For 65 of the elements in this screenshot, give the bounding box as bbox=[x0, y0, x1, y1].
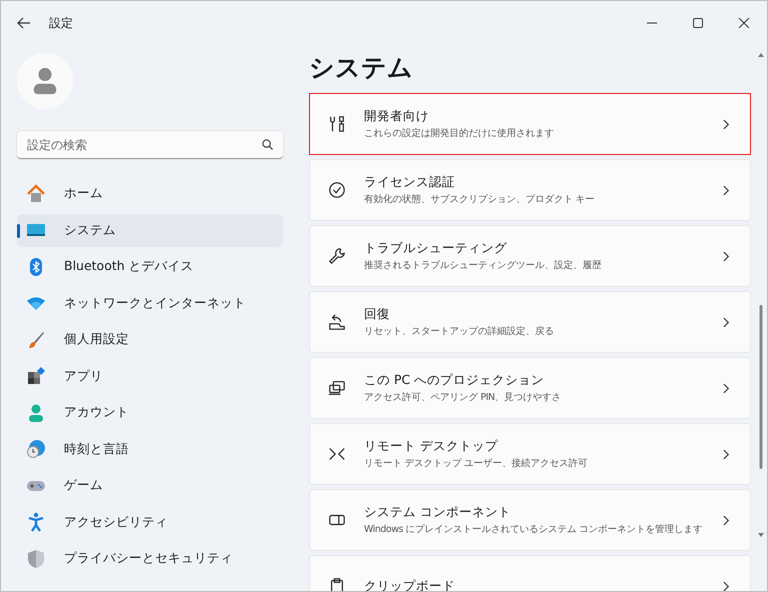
card-title: 開発者向け bbox=[364, 108, 430, 125]
settings-card[interactable]: トラブルシューティング 推奨されるトラブルシューティングツール、設定、履歴 bbox=[309, 225, 751, 287]
settings-card[interactable]: システム コンポーネント Windows にプレインストールされているシステム コンポーネントを管理します bbox=[309, 489, 751, 551]
card-description: 有効化の状態、サブスクリプション、プロダクト キー bbox=[364, 193, 596, 206]
sidebar-item[interactable]: ホーム bbox=[17, 177, 283, 210]
settings-card[interactable]: ライセンス認証 有効化の状態、サブスクリプション、プロダクト キー bbox=[309, 159, 751, 221]
card-description: リセット、スタートアップの詳細設定、戻る bbox=[364, 325, 555, 338]
chevron-right-icon bbox=[723, 316, 730, 328]
paintbrush-icon bbox=[26, 330, 46, 350]
page-title: システム bbox=[309, 52, 414, 84]
sidebar-item[interactable]: Bluetooth とデバイス bbox=[17, 250, 283, 284]
remote-desktop-icon bbox=[328, 445, 346, 463]
settings-card[interactable]: この PC へのプロジェクション アクセス許可、ペアリング PIN、見つけやすさ bbox=[309, 357, 751, 419]
sidebar-item[interactable]: アクセシビリティ bbox=[17, 506, 283, 539]
chevron-right-icon bbox=[723, 514, 730, 526]
settings-card[interactable]: リモート デスクトップ リモート デスクトップ ユーザー、接続アクセス許可 bbox=[309, 423, 751, 485]
chevron-right-icon bbox=[723, 118, 730, 130]
card-description: リモート デスクトップ ユーザー、接続アクセス許可 bbox=[364, 457, 589, 470]
card-title: この PC へのプロジェクション bbox=[364, 372, 546, 389]
shield-icon bbox=[26, 548, 46, 569]
card-description: アクセス許可、ペアリング PIN、見つけやすさ bbox=[364, 391, 562, 404]
clipboard-icon bbox=[328, 577, 346, 591]
card-title: ライセンス認証 bbox=[364, 174, 456, 191]
person-silhouette-icon bbox=[31, 67, 59, 95]
card-title: クリップボード bbox=[364, 578, 456, 591]
card-title: リモート デスクトップ bbox=[364, 438, 499, 455]
sidebar-item[interactable]: プライバシーとセキュリティ bbox=[17, 542, 283, 576]
chevron-right-icon bbox=[723, 184, 730, 196]
sidebar-item[interactable]: アプリ bbox=[17, 360, 283, 393]
settings-card[interactable]: クリップボード bbox=[309, 555, 751, 591]
chevron-right-icon bbox=[723, 448, 730, 460]
selection-indicator bbox=[17, 224, 20, 238]
globe-clock-icon bbox=[26, 439, 46, 460]
maximize-icon[interactable] bbox=[693, 18, 703, 28]
settings-card[interactable]: 回復 リセット、スタートアップの詳細設定、戻る bbox=[309, 291, 751, 353]
chevron-right-icon bbox=[723, 382, 730, 394]
search-icon bbox=[262, 139, 273, 150]
search-field[interactable]: 設定の検索 bbox=[17, 131, 283, 159]
tools-icon bbox=[328, 115, 346, 133]
card-description: Windows にプレインストールされているシステム コンポーネントを管理します bbox=[364, 523, 704, 536]
wrench-icon bbox=[328, 247, 346, 265]
sidebar-item[interactable]: ネットワークとインターネット bbox=[17, 286, 283, 320]
window-title: 設定 bbox=[49, 14, 73, 32]
chevron-right-icon bbox=[723, 580, 730, 591]
sidebar-item[interactable]: システム bbox=[17, 214, 283, 247]
settings-card[interactable]: 開発者向け これらの設定は開発目的だけに使用されます bbox=[309, 93, 751, 155]
card-title: トラブルシューティング bbox=[364, 240, 508, 257]
check-circle-icon bbox=[328, 181, 346, 199]
card-description: 推奨されるトラブルシューティングツール、設定、履歴 bbox=[364, 259, 602, 272]
card-description: これらの設定は開発目的だけに使用されます bbox=[364, 127, 555, 140]
back-arrow-icon[interactable] bbox=[17, 17, 31, 29]
sidebar-item[interactable]: ゲーム bbox=[17, 469, 283, 502]
sidebar-item[interactable]: 個人用設定 bbox=[17, 323, 283, 356]
sidebar-item[interactable]: 時刻と言語 bbox=[17, 432, 283, 466]
card-title: 回復 bbox=[364, 306, 391, 323]
recovery-icon bbox=[328, 313, 346, 331]
chevron-right-icon bbox=[723, 250, 730, 262]
accessibility-icon bbox=[26, 512, 46, 532]
projection-icon bbox=[328, 379, 346, 397]
close-icon[interactable] bbox=[739, 18, 749, 28]
person-icon bbox=[26, 402, 46, 423]
sidebar-item[interactable]: アカウント bbox=[17, 396, 283, 430]
card-title: システム コンポーネント bbox=[364, 504, 512, 521]
home-icon bbox=[26, 184, 46, 204]
apps-icon bbox=[26, 366, 46, 386]
